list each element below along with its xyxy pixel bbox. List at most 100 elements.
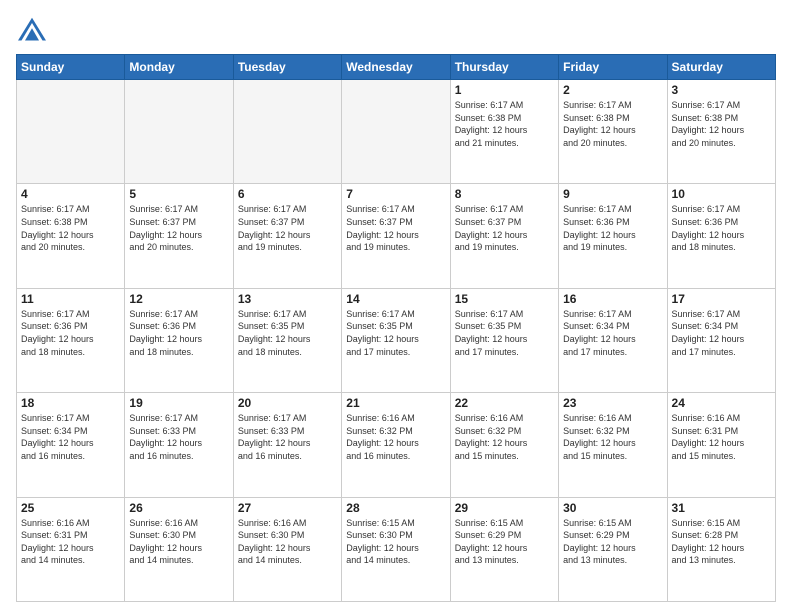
day-info: Sunrise: 6:16 AM Sunset: 6:30 PM Dayligh… <box>238 517 337 567</box>
calendar-day-cell: 31 Sunrise: 6:15 AM Sunset: 6:28 PM Dayli… <box>667 497 775 601</box>
calendar-day-cell: 29 Sunrise: 6:15 AM Sunset: 6:29 PM Dayli… <box>450 497 558 601</box>
calendar-week-row: 25 Sunrise: 6:16 AM Sunset: 6:31 PM Dayli… <box>17 497 776 601</box>
calendar-week-row: 1 Sunrise: 6:17 AM Sunset: 6:38 PM Daylig… <box>17 80 776 184</box>
day-info: Sunrise: 6:17 AM Sunset: 6:37 PM Dayligh… <box>238 203 337 253</box>
empty-cell <box>342 80 450 184</box>
calendar-week-row: 4 Sunrise: 6:17 AM Sunset: 6:38 PM Daylig… <box>17 184 776 288</box>
weekday-header-saturday: Saturday <box>667 55 775 80</box>
calendar-day-cell: 10 Sunrise: 6:17 AM Sunset: 6:36 PM Dayli… <box>667 184 775 288</box>
calendar-day-cell: 16 Sunrise: 6:17 AM Sunset: 6:34 PM Dayli… <box>559 288 667 392</box>
day-number: 1 <box>455 83 554 97</box>
page: SundayMondayTuesdayWednesdayThursdayFrid… <box>0 0 792 612</box>
day-info: Sunrise: 6:16 AM Sunset: 6:31 PM Dayligh… <box>672 412 771 462</box>
day-number: 3 <box>672 83 771 97</box>
day-number: 13 <box>238 292 337 306</box>
day-number: 2 <box>563 83 662 97</box>
day-info: Sunrise: 6:15 AM Sunset: 6:28 PM Dayligh… <box>672 517 771 567</box>
day-number: 30 <box>563 501 662 515</box>
calendar-day-cell: 8Sunrise: 6:17 AM Sunset: 6:37 PM Daylig… <box>450 184 558 288</box>
day-info: Sunrise: 6:17 AM Sunset: 6:38 PM Dayligh… <box>455 99 554 149</box>
day-info: Sunrise: 6:17 AM Sunset: 6:34 PM Dayligh… <box>21 412 120 462</box>
day-info: Sunrise: 6:15 AM Sunset: 6:29 PM Dayligh… <box>455 517 554 567</box>
day-info: Sunrise: 6:17 AM Sunset: 6:36 PM Dayligh… <box>129 308 228 358</box>
day-number: 15 <box>455 292 554 306</box>
calendar-day-cell: 5 Sunrise: 6:17 AM Sunset: 6:37 PM Daylig… <box>125 184 233 288</box>
calendar-table: SundayMondayTuesdayWednesdayThursdayFrid… <box>16 54 776 602</box>
calendar-day-cell: 30 Sunrise: 6:15 AM Sunset: 6:29 PM Dayli… <box>559 497 667 601</box>
empty-cell <box>125 80 233 184</box>
day-info: Sunrise: 6:17 AM Sunset: 6:37 PM Dayligh… <box>346 203 445 253</box>
empty-cell <box>17 80 125 184</box>
day-info: Sunrise: 6:15 AM Sunset: 6:30 PM Dayligh… <box>346 517 445 567</box>
day-info: Sunrise: 6:16 AM Sunset: 6:30 PM Dayligh… <box>129 517 228 567</box>
day-number: 14 <box>346 292 445 306</box>
calendar-day-cell: 1 Sunrise: 6:17 AM Sunset: 6:38 PM Daylig… <box>450 80 558 184</box>
weekday-header-monday: Monday <box>125 55 233 80</box>
day-number: 23 <box>563 396 662 410</box>
day-info: Sunrise: 6:17 AM Sunset: 6:34 PM Dayligh… <box>672 308 771 358</box>
day-number: 16 <box>563 292 662 306</box>
day-number: 4 <box>21 187 120 201</box>
day-number: 29 <box>455 501 554 515</box>
weekday-header-sunday: Sunday <box>17 55 125 80</box>
logo <box>16 16 52 44</box>
day-info: Sunrise: 6:16 AM Sunset: 6:31 PM Dayligh… <box>21 517 120 567</box>
day-info: Sunrise: 6:17 AM Sunset: 6:35 PM Dayligh… <box>346 308 445 358</box>
day-number: 22 <box>455 396 554 410</box>
calendar-day-cell: 6 Sunrise: 6:17 AM Sunset: 6:37 PM Daylig… <box>233 184 341 288</box>
day-number: 17 <box>672 292 771 306</box>
day-number: 9 <box>563 187 662 201</box>
day-number: 6 <box>238 187 337 201</box>
calendar-day-cell: 18Sunrise: 6:17 AM Sunset: 6:34 PM Dayli… <box>17 393 125 497</box>
calendar-day-cell: 23 Sunrise: 6:16 AM Sunset: 6:32 PM Dayli… <box>559 393 667 497</box>
weekday-header-thursday: Thursday <box>450 55 558 80</box>
calendar-day-cell: 3 Sunrise: 6:17 AM Sunset: 6:38 PM Daylig… <box>667 80 775 184</box>
calendar-day-cell: 27 Sunrise: 6:16 AM Sunset: 6:30 PM Dayli… <box>233 497 341 601</box>
day-number: 25 <box>21 501 120 515</box>
calendar-week-row: 11 Sunrise: 6:17 AM Sunset: 6:36 PM Dayli… <box>17 288 776 392</box>
day-info: Sunrise: 6:15 AM Sunset: 6:29 PM Dayligh… <box>563 517 662 567</box>
day-info: Sunrise: 6:17 AM Sunset: 6:38 PM Dayligh… <box>21 203 120 253</box>
day-info: Sunrise: 6:17 AM Sunset: 6:36 PM Dayligh… <box>21 308 120 358</box>
day-info: Sunrise: 6:17 AM Sunset: 6:34 PM Dayligh… <box>563 308 662 358</box>
weekday-header-tuesday: Tuesday <box>233 55 341 80</box>
day-number: 11 <box>21 292 120 306</box>
empty-cell <box>233 80 341 184</box>
day-info: Sunrise: 6:17 AM Sunset: 6:35 PM Dayligh… <box>455 308 554 358</box>
calendar-day-cell: 22 Sunrise: 6:16 AM Sunset: 6:32 PM Dayli… <box>450 393 558 497</box>
calendar-day-cell: 19 Sunrise: 6:17 AM Sunset: 6:33 PM Dayli… <box>125 393 233 497</box>
day-number: 31 <box>672 501 771 515</box>
day-info: Sunrise: 6:17 AM Sunset: 6:38 PM Dayligh… <box>563 99 662 149</box>
day-info: Sunrise: 6:17 AM Sunset: 6:33 PM Dayligh… <box>129 412 228 462</box>
calendar-day-cell: 20 Sunrise: 6:17 AM Sunset: 6:33 PM Dayli… <box>233 393 341 497</box>
day-number: 19 <box>129 396 228 410</box>
calendar-day-cell: 26 Sunrise: 6:16 AM Sunset: 6:30 PM Dayli… <box>125 497 233 601</box>
day-info: Sunrise: 6:17 AM Sunset: 6:38 PM Dayligh… <box>672 99 771 149</box>
header <box>16 16 776 44</box>
day-number: 24 <box>672 396 771 410</box>
calendar-day-cell: 12Sunrise: 6:17 AM Sunset: 6:36 PM Dayli… <box>125 288 233 392</box>
day-info: Sunrise: 6:17 AM Sunset: 6:36 PM Dayligh… <box>672 203 771 253</box>
day-number: 28 <box>346 501 445 515</box>
weekday-header-row: SundayMondayTuesdayWednesdayThursdayFrid… <box>17 55 776 80</box>
calendar-day-cell: 4 Sunrise: 6:17 AM Sunset: 6:38 PM Daylig… <box>17 184 125 288</box>
day-number: 20 <box>238 396 337 410</box>
day-info: Sunrise: 6:16 AM Sunset: 6:32 PM Dayligh… <box>455 412 554 462</box>
day-info: Sunrise: 6:17 AM Sunset: 6:35 PM Dayligh… <box>238 308 337 358</box>
weekday-header-friday: Friday <box>559 55 667 80</box>
calendar-day-cell: 14 Sunrise: 6:17 AM Sunset: 6:35 PM Dayli… <box>342 288 450 392</box>
calendar-day-cell: 7 Sunrise: 6:17 AM Sunset: 6:37 PM Daylig… <box>342 184 450 288</box>
day-info: Sunrise: 6:16 AM Sunset: 6:32 PM Dayligh… <box>563 412 662 462</box>
logo-icon <box>16 16 48 44</box>
calendar-week-row: 18Sunrise: 6:17 AM Sunset: 6:34 PM Dayli… <box>17 393 776 497</box>
day-info: Sunrise: 6:17 AM Sunset: 6:37 PM Dayligh… <box>129 203 228 253</box>
day-number: 7 <box>346 187 445 201</box>
day-number: 10 <box>672 187 771 201</box>
calendar-day-cell: 25 Sunrise: 6:16 AM Sunset: 6:31 PM Dayli… <box>17 497 125 601</box>
day-number: 5 <box>129 187 228 201</box>
day-number: 27 <box>238 501 337 515</box>
day-info: Sunrise: 6:17 AM Sunset: 6:33 PM Dayligh… <box>238 412 337 462</box>
day-info: Sunrise: 6:16 AM Sunset: 6:32 PM Dayligh… <box>346 412 445 462</box>
calendar-day-cell: 2 Sunrise: 6:17 AM Sunset: 6:38 PM Daylig… <box>559 80 667 184</box>
day-number: 26 <box>129 501 228 515</box>
